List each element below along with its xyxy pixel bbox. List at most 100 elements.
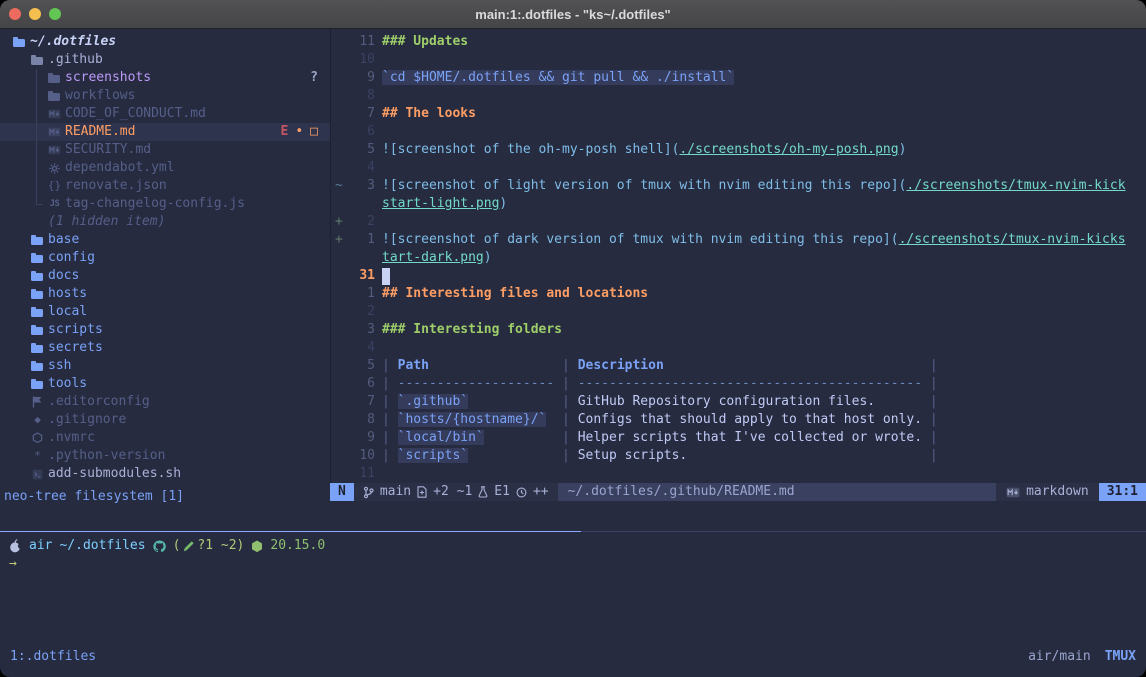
tree-item-hosts[interactable]: hosts	[0, 285, 330, 303]
line-text: ## The looks	[382, 105, 476, 123]
editor-line[interactable]: 11	[331, 465, 1146, 483]
token-th: Path	[398, 358, 429, 373]
editor-line[interactable]: ~3![screenshot of light version of tmux …	[331, 177, 1146, 195]
editor-line[interactable]: 9| `local/bin` | Helper scripts that I'v…	[331, 429, 1146, 447]
line-text: | `.github` | GitHub Repository configur…	[382, 393, 938, 411]
line-text: ### Updates	[382, 33, 468, 51]
tree-item-local[interactable]: local	[0, 303, 330, 321]
line-number: 6	[349, 375, 375, 393]
editor-line[interactable]: 5| Path | Description |	[331, 357, 1146, 375]
gitsign-add: +	[331, 213, 349, 231]
folder-icon	[31, 325, 43, 336]
tree-item-1-hidden-item[interactable]: (1 hidden item)	[0, 213, 330, 231]
token-img: ![screenshot of the oh-my-posh shell](	[382, 142, 679, 157]
tree-item-label: workflows	[65, 87, 135, 105]
diff-icon	[417, 486, 427, 498]
tree-item-readme-md[interactable]: README.mdE•□	[0, 123, 330, 141]
cursor[interactable]	[382, 268, 390, 285]
tree-item-label: local	[48, 303, 87, 321]
line-number: 3	[349, 177, 375, 195]
minimize-button[interactable]	[29, 8, 41, 20]
tree-item-label: secrets	[48, 339, 103, 357]
tree-item-dependabot-yml[interactable]: dependabot.yml	[0, 159, 330, 177]
line-text: | `scripts` | Setup scripts. |	[382, 447, 938, 465]
token-th: Description	[578, 358, 664, 373]
hexagon-icon	[31, 432, 44, 444]
tree-item-label: add-submodules.sh	[48, 465, 181, 483]
tree-item-workflows[interactable]: workflows	[0, 87, 330, 105]
token-pipe: |	[554, 376, 577, 391]
editor-line[interactable]: 8| `hosts/{hostname}/` | Configs that sh…	[331, 411, 1146, 429]
tree-item-editorconfig[interactable]: .editorconfig	[0, 393, 330, 411]
editor-line[interactable]: 10	[331, 51, 1146, 69]
tree-item-label: config	[48, 249, 95, 267]
line-number: 4	[349, 339, 375, 357]
tree-item-python-version[interactable]: *.python-version	[0, 447, 330, 465]
folder-icon	[31, 343, 43, 354]
tree-item-scripts[interactable]: scripts	[0, 321, 330, 339]
gear-icon	[48, 163, 61, 174]
editor-line[interactable]: 2	[331, 303, 1146, 321]
tree-item-label: CODE_OF_CONDUCT.md	[65, 105, 206, 123]
editor-line[interactable]: 6	[331, 123, 1146, 141]
tree-item-renovate-json[interactable]: {}renovate.json	[0, 177, 330, 195]
editor-line[interactable]: +2	[331, 213, 1146, 231]
tree-item-gitignore[interactable]: ◆.gitignore	[0, 411, 330, 429]
tree-item-docs[interactable]: docs	[0, 267, 330, 285]
editor-line[interactable]: 6| -------------------- | --------------…	[331, 375, 1146, 393]
close-button[interactable]	[9, 8, 21, 20]
editor-line[interactable]: 7| `.github` | GitHub Repository configu…	[331, 393, 1146, 411]
editor-line[interactable]: 10| `scripts` | Setup scripts. |	[331, 447, 1146, 465]
editor-line[interactable]: tart-dark.png)	[331, 249, 1146, 267]
tmux-window-label[interactable]: 1:.dotfiles	[10, 648, 96, 666]
shell-pane[interactable]: air ~/.dotfiles (?1 ~2) 20.15.0 →	[0, 532, 1146, 573]
sign-column	[331, 321, 349, 339]
tmux-status-bar: 1:.dotfiles air/main TMUX	[0, 647, 1146, 667]
tree-item-nvmrc[interactable]: .nvmrc	[0, 429, 330, 447]
tree-item-add-submodules-sh[interactable]: add-submodules.sh	[0, 465, 330, 483]
sign-column	[331, 69, 349, 87]
prompt-arrow[interactable]: →	[0, 555, 1146, 573]
tree-item-code-of-conduct-md[interactable]: CODE_OF_CONDUCT.md	[0, 105, 330, 123]
tree-item-config[interactable]: config	[0, 249, 330, 267]
sign-column	[331, 195, 349, 213]
tree-item-tools[interactable]: tools	[0, 375, 330, 393]
editor-line[interactable]: 4	[331, 339, 1146, 357]
token-pipe: |	[562, 430, 578, 445]
editor-line[interactable]: 9`cd $HOME/.dotfiles && git pull && ./in…	[331, 69, 1146, 87]
folder-icon	[31, 307, 43, 318]
editor-buffer[interactable]: 11### Updates 10 9`cd $HOME/.dotfiles &&…	[330, 28, 1146, 483]
tree-item-label: ssh	[48, 357, 71, 375]
indent-guide	[36, 123, 37, 141]
editor-line[interactable]: 1## Interesting files and locations	[331, 285, 1146, 303]
apple-icon	[9, 539, 22, 553]
tree-item-github[interactable]: .github	[0, 51, 330, 69]
editor-line[interactable]: 5![screenshot of the oh-my-posh shell](.…	[331, 141, 1146, 159]
markdown-icon	[1006, 487, 1020, 498]
indent-guide	[36, 87, 37, 105]
editor-line[interactable]: 8	[331, 87, 1146, 105]
folder-icon	[31, 271, 43, 282]
line-text: ![screenshot of light version of tmux wi…	[382, 177, 1126, 195]
js-icon: JS	[48, 195, 61, 213]
tree-item-label: hosts	[48, 285, 87, 303]
tree-item-label: SECURITY.md	[65, 141, 151, 159]
tree-item-dotfiles[interactable]: ~/.dotfiles	[0, 33, 330, 51]
editor-line[interactable]: 31	[331, 267, 1146, 285]
editor-line[interactable]: 11### Updates	[331, 33, 1146, 51]
tree-item-tag-changelog-config-js[interactable]: JStag-changelog-config.js	[0, 195, 330, 213]
tree-item-base[interactable]: base	[0, 231, 330, 249]
zoom-button[interactable]	[49, 8, 61, 20]
tree-item-security-md[interactable]: SECURITY.md	[0, 141, 330, 159]
line-text: ![screenshot of the oh-my-posh shell](./…	[382, 141, 906, 159]
tree-item-secrets[interactable]: secrets	[0, 339, 330, 357]
editor-line[interactable]: 3### Interesting folders	[331, 321, 1146, 339]
editor-line[interactable]: 7## The looks	[331, 105, 1146, 123]
editor-line[interactable]: start-light.png)	[331, 195, 1146, 213]
diagnostics-count: E1	[494, 483, 510, 501]
tree-item-ssh[interactable]: ssh	[0, 357, 330, 375]
window-title: main:1:.dotfiles - "ks~/.dotfiles"	[475, 7, 670, 22]
editor-line[interactable]: +1![screenshot of dark version of tmux w…	[331, 231, 1146, 249]
editor-line[interactable]: 4	[331, 159, 1146, 177]
tree-item-screenshots[interactable]: screenshots?	[0, 69, 330, 87]
